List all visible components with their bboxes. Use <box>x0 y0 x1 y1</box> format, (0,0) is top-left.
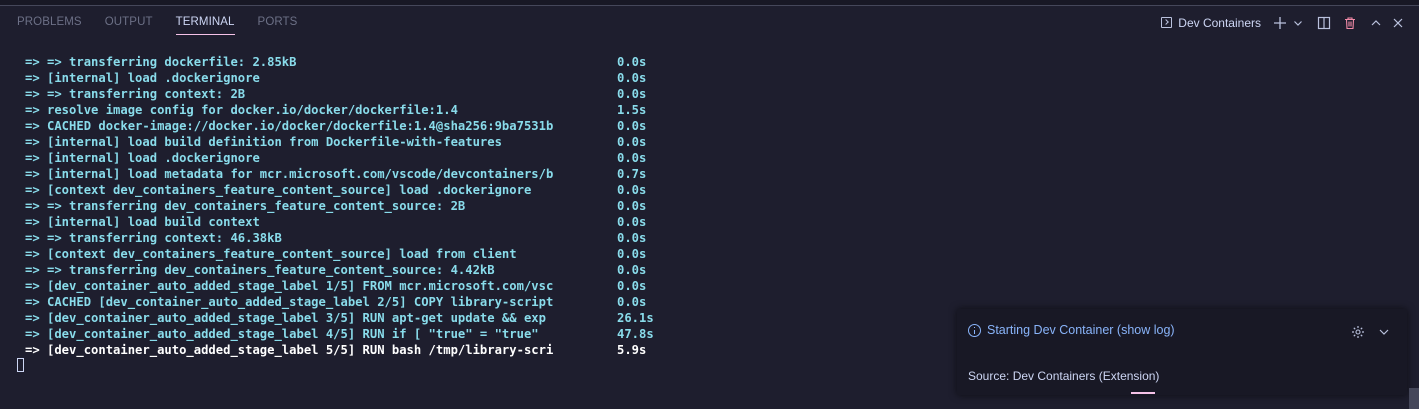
terminal-line-duration: 0.0s <box>617 151 647 165</box>
terminal-dropdown-button[interactable] <box>1291 12 1305 34</box>
panel-tabs: PROBLEMS OUTPUT TERMINAL PORTS <box>17 6 320 39</box>
terminal-line-duration: 1.5s <box>617 103 647 117</box>
terminal-line-duration: 0.0s <box>617 119 647 133</box>
terminal-line-text: => [dev_container_auto_added_stage_label… <box>25 279 554 293</box>
terminal-line-duration: 0.0s <box>617 263 647 277</box>
split-terminal-button[interactable] <box>1313 12 1335 34</box>
split-icon <box>1317 16 1331 29</box>
terminal-line-duration: 0.7s <box>617 167 647 181</box>
terminal-line: => [dev_container_auto_added_stage_label… <box>25 342 646 358</box>
terminal-line-duration: 0.0s <box>617 55 647 69</box>
terminal-cursor <box>17 358 24 372</box>
terminal-line-text: => [internal] load .dockerignore <box>25 151 260 165</box>
tab-output[interactable]: OUTPUT <box>105 6 153 39</box>
terminal-line-duration: 0.0s <box>617 183 647 197</box>
tab-terminal[interactable]: TERMINAL <box>175 6 235 39</box>
terminal-line: => [internal] load build context 0.0s <box>25 214 646 230</box>
terminal-line: => => transferring dev_containers_featur… <box>25 198 646 214</box>
trash-icon <box>1345 16 1355 29</box>
terminal-line: => CACHED docker-image://docker.io/docke… <box>25 118 646 134</box>
notification-collapse-button[interactable] <box>1375 323 1393 341</box>
terminal-line: => resolve image config for docker.io/do… <box>25 102 646 118</box>
notification-toast: Starting Dev Container (show log) Source… <box>957 309 1407 395</box>
terminal-line: => [context dev_containers_feature_conte… <box>25 182 646 198</box>
terminal-line: => [context dev_containers_feature_conte… <box>25 246 646 262</box>
terminal-line-text: => [context dev_containers_feature_conte… <box>25 247 517 261</box>
terminal-line-duration: 47.8s <box>617 327 654 341</box>
terminal-line-text: => [dev_container_auto_added_stage_label… <box>25 343 554 357</box>
terminal-line: => CACHED [dev_container_auto_added_stag… <box>25 294 646 310</box>
terminal-line-duration: 0.0s <box>617 247 647 261</box>
notification-message-link[interactable]: Starting Dev Container (show log) <box>987 323 1175 337</box>
terminal-line-text: => [context dev_containers_feature_conte… <box>25 183 532 197</box>
terminal-line-text: => [internal] load metadata for mcr.micr… <box>25 167 554 181</box>
terminal-line-text: => [internal] load .dockerignore <box>25 71 260 85</box>
maximize-panel-button[interactable] <box>1365 12 1387 34</box>
notification-source: Source: Dev Containers (Extension) <box>968 369 1160 383</box>
close-panel-button[interactable] <box>1387 12 1409 34</box>
terminal-line-text: => [internal] load build context <box>25 215 260 229</box>
terminal-line-duration: 0.0s <box>617 215 647 229</box>
terminal-line: => => transferring context: 46.38kB 0.0s <box>25 230 646 246</box>
terminal-line: => [dev_container_auto_added_stage_label… <box>25 278 646 294</box>
terminal-line-duration: 0.0s <box>617 71 647 85</box>
terminal-line: => => transferring dev_containers_featur… <box>25 262 646 278</box>
terminal-selector[interactable]: Dev Containers <box>1161 16 1261 30</box>
terminal-line-duration: 0.0s <box>617 135 647 149</box>
terminal-line-text: => => transferring dev_containers_featur… <box>25 199 466 213</box>
terminal-name: Dev Containers <box>1178 15 1261 30</box>
terminal-line: => [internal] load .dockerignore 0.0s <box>25 150 646 166</box>
terminal-line-duration: 0.0s <box>617 295 647 309</box>
terminal-line-duration: 0.0s <box>617 87 647 101</box>
terminal-line: => [dev_container_auto_added_stage_label… <box>25 326 654 342</box>
terminal-line-text: => CACHED docker-image://docker.io/docke… <box>25 119 554 133</box>
terminal-line: => => transferring dockerfile: 2.85kB 0.0… <box>25 54 646 70</box>
terminal-line-duration: 5.9s <box>617 343 647 357</box>
plus-icon <box>1274 16 1286 29</box>
terminal-line: => [internal] load metadata for mcr.micr… <box>25 166 646 182</box>
terminal-line: => => transferring context: 2B 0.0s <box>25 86 646 102</box>
kill-terminal-button[interactable] <box>1339 12 1361 34</box>
panel-actions: Dev Containers <box>1161 6 1409 39</box>
terminal-line-text: => resolve image config for docker.io/do… <box>25 103 458 117</box>
notification-progress-bar <box>1131 392 1155 394</box>
notification-settings-button[interactable] <box>1349 323 1367 341</box>
info-icon <box>968 323 981 337</box>
terminal-icon <box>1161 17 1173 28</box>
terminal-line-text: => => transferring context: 2B <box>25 87 246 101</box>
notification-message-row: Starting Dev Container (show log) <box>968 323 1175 337</box>
terminal-line-text: => [dev_container_auto_added_stage_label… <box>25 311 546 325</box>
terminal-line-duration: 26.1s <box>617 311 654 325</box>
close-icon <box>1393 18 1403 27</box>
terminal-line-text: => [internal] load build definition from… <box>25 135 502 149</box>
terminal-line-duration: 0.0s <box>617 279 647 293</box>
chevron-down-icon <box>1294 20 1302 26</box>
tab-problems[interactable]: PROBLEMS <box>17 6 82 39</box>
tab-ports[interactable]: PORTS <box>258 6 298 39</box>
terminal-line-text: => => transferring dev_containers_featur… <box>25 263 495 277</box>
chevron-up-icon <box>1371 19 1381 25</box>
terminal-line: => [internal] load build definition from… <box>25 134 646 150</box>
terminal-scrollbar[interactable] <box>1409 388 1419 409</box>
terminal-line-text: => => transferring dockerfile: 2.85kB <box>25 55 297 69</box>
terminal-line: => [dev_container_auto_added_stage_label… <box>25 310 654 326</box>
terminal-line-duration: 0.0s <box>617 231 647 245</box>
panel-header: PROBLEMS OUTPUT TERMINAL PORTS Dev Conta… <box>0 6 1419 39</box>
chevron-down-icon <box>1379 329 1389 335</box>
terminal-line-text: => CACHED [dev_container_auto_added_stag… <box>25 295 554 309</box>
terminal-line-duration: 0.0s <box>617 199 647 213</box>
notification-controls <box>1341 323 1393 341</box>
terminal-line-text: => => transferring context: 46.38kB <box>25 231 282 245</box>
terminal-output[interactable]: => => transferring dockerfile: 2.85kB 0.0… <box>25 54 654 358</box>
new-terminal-button[interactable] <box>1269 12 1291 34</box>
gear-icon <box>1352 326 1364 338</box>
terminal-line: => [internal] load .dockerignore 0.0s <box>25 70 646 86</box>
terminal-line-text: => [dev_container_auto_added_stage_label… <box>25 327 539 341</box>
